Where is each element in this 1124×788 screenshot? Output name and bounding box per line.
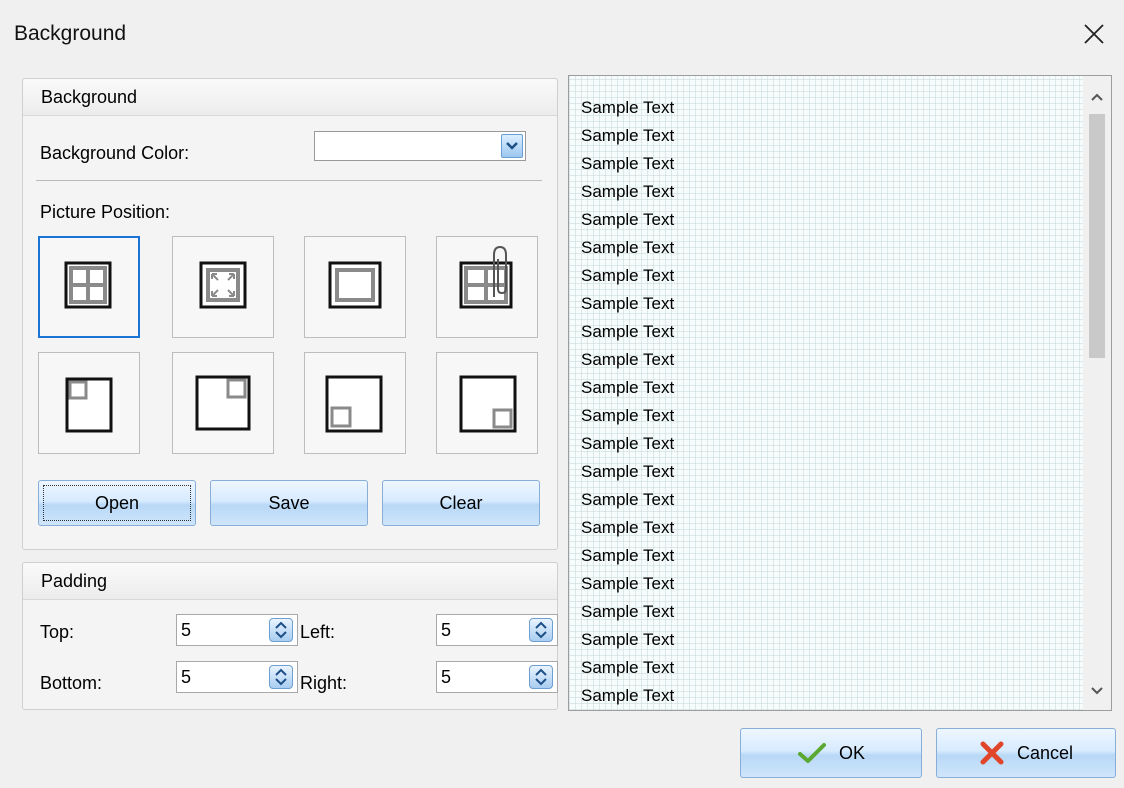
tile-icon: [64, 261, 112, 309]
spin-arrows-icon: [535, 668, 547, 686]
bottom-padding-input[interactable]: [181, 665, 261, 689]
title-bar: Background: [0, 0, 1124, 70]
preview-line: Sample Text: [581, 434, 675, 453]
preview-line: Sample Text: [581, 210, 675, 229]
right-padding-input[interactable]: [441, 665, 521, 689]
preview-line: Sample Text: [581, 98, 675, 117]
cancel-label: Cancel: [1016, 742, 1074, 763]
top-spin-button[interactable]: [269, 618, 293, 642]
chevron-up-icon: [1091, 93, 1103, 101]
cancel-button[interactable]: Cancel: [936, 728, 1116, 778]
right-padding-spinner[interactable]: [436, 661, 558, 693]
position-center-button[interactable]: [304, 236, 406, 338]
check-icon: [797, 743, 826, 763]
padding-group-header: Padding: [23, 563, 557, 600]
bottom-spin-button[interactable]: [269, 665, 293, 689]
preview-line: Sample Text: [581, 266, 675, 285]
left-padding-input[interactable]: [441, 618, 521, 642]
position-bottom-right-button[interactable]: [436, 352, 538, 454]
left-spin-button[interactable]: [529, 618, 553, 642]
preview-line: Sample Text: [581, 238, 675, 257]
close-button[interactable]: [1078, 18, 1110, 50]
preview-line: Sample Text: [581, 602, 675, 621]
position-attached-button[interactable]: [436, 236, 538, 338]
bottom-right-icon: [459, 375, 517, 433]
open-button[interactable]: Open: [38, 480, 196, 526]
ok-button[interactable]: OK: [740, 728, 922, 778]
background-color-picker[interactable]: [314, 131, 526, 161]
background-group-title: Background: [41, 87, 138, 107]
preview-line: Sample Text: [581, 350, 675, 369]
preview-line: Sample Text: [581, 630, 675, 649]
padding-group-title: Padding: [41, 571, 108, 591]
preview-line: Sample Text: [581, 126, 675, 145]
picture-position-label: Picture Position:: [40, 202, 171, 222]
top-right-icon: [195, 375, 251, 431]
preview-line: Sample Text: [581, 154, 675, 173]
preview-line: Sample Text: [581, 518, 675, 537]
top-label: Top:: [40, 622, 75, 642]
color-dropdown-button[interactable]: [501, 134, 523, 158]
top-left-icon: [65, 377, 113, 433]
preview-line: Sample Text: [581, 686, 675, 705]
separator: [36, 180, 542, 181]
window-title: Background: [14, 22, 127, 45]
stretch-icon: [199, 261, 247, 309]
ok-label: OK: [838, 742, 865, 763]
position-bottom-left-button[interactable]: [304, 352, 406, 454]
position-tile-button[interactable]: [38, 236, 140, 338]
top-padding-input[interactable]: [181, 618, 261, 642]
right-label: Right:: [300, 673, 348, 693]
scroll-up-button[interactable]: [1083, 82, 1111, 112]
preview-line: Sample Text: [581, 182, 675, 201]
preview-text-list: Sample Text Sample Text Sample Text Samp…: [581, 94, 674, 710]
bottom-label: Bottom:: [40, 673, 103, 693]
background-color-label: Background Color:: [40, 143, 190, 163]
left-label: Left:: [300, 622, 336, 642]
position-stretch-button[interactable]: [172, 236, 274, 338]
preview-line: Sample Text: [581, 322, 675, 341]
right-spin-button[interactable]: [529, 665, 553, 689]
preview-line: Sample Text: [581, 574, 675, 593]
scroll-down-button[interactable]: [1083, 676, 1111, 706]
preview-line: Sample Text: [581, 462, 675, 481]
preview-line: Sample Text: [581, 294, 675, 313]
left-padding-spinner[interactable]: [436, 614, 558, 646]
chevron-down-icon: [506, 142, 518, 150]
close-icon: [1084, 24, 1104, 44]
position-top-right-button[interactable]: [172, 352, 274, 454]
spin-arrows-icon: [275, 621, 287, 639]
vertical-scrollbar[interactable]: [1083, 76, 1111, 710]
bottom-left-icon: [325, 375, 383, 433]
preview-line: Sample Text: [581, 490, 675, 509]
preview-line: Sample Text: [581, 378, 675, 397]
save-button[interactable]: Save: [210, 480, 368, 526]
clear-button[interactable]: Clear: [382, 480, 540, 526]
top-padding-spinner[interactable]: [176, 614, 298, 646]
cancel-x-icon: [980, 741, 1004, 765]
preview-line: Sample Text: [581, 546, 675, 565]
attached-icon: [459, 245, 513, 309]
scrollbar-thumb[interactable]: [1089, 114, 1105, 358]
background-group-header: Background: [23, 79, 557, 116]
spin-arrows-icon: [535, 621, 547, 639]
position-top-left-button[interactable]: [38, 352, 140, 454]
preview-line: Sample Text: [581, 406, 675, 425]
spin-arrows-icon: [275, 668, 287, 686]
center-icon: [328, 261, 382, 309]
chevron-down-icon: [1091, 687, 1103, 695]
preview-line: Sample Text: [581, 658, 675, 677]
bottom-padding-spinner[interactable]: [176, 661, 298, 693]
preview-panel: Sample Text Sample Text Sample Text Samp…: [568, 75, 1112, 711]
